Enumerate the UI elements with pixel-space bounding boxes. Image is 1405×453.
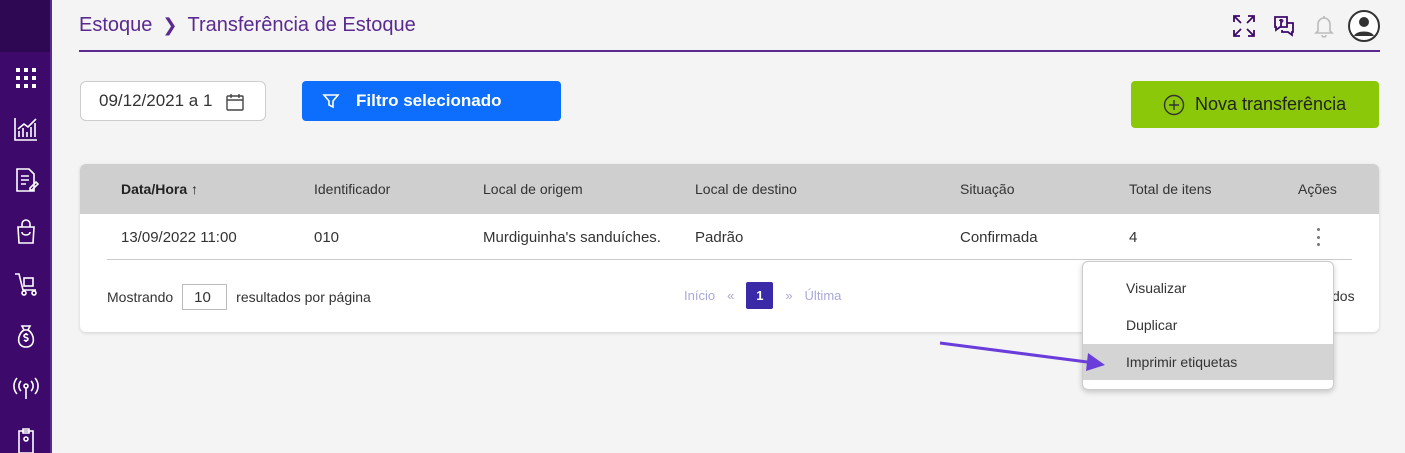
page-current[interactable]: 1 [746, 282, 774, 309]
calendar-icon[interactable] [225, 92, 245, 112]
cell-origin: Murdiguinha's sanduíches. [483, 229, 661, 246]
page-prev[interactable]: « [727, 288, 734, 303]
sidebar-item-finance[interactable] [0, 314, 52, 358]
user-avatar-icon[interactable] [1348, 10, 1380, 42]
shopping-bag-icon [17, 219, 35, 244]
svg-text:?: ? [1279, 18, 1285, 28]
page-title: Transferência de Estoque [187, 14, 416, 36]
col-actions: Ações [1298, 181, 1337, 197]
pagination: Início « 1 » Última [684, 282, 853, 309]
grid-icon [16, 68, 36, 88]
menu-item-print-labels[interactable]: Imprimir etiquetas [1083, 344, 1333, 380]
new-transfer-button[interactable]: Nova transferência [1131, 81, 1379, 128]
cell-identifier: 010 [314, 229, 340, 246]
document-edit-icon [16, 168, 40, 192]
sidebar-item-apps[interactable] [0, 56, 52, 100]
money-bag-icon [17, 325, 35, 348]
plus-circle-icon [1163, 94, 1185, 115]
date-range-input[interactable]: 09/12/2021 a 1 [80, 81, 266, 121]
hand-truck-icon [15, 273, 37, 296]
clipboard-icon [18, 428, 34, 453]
sidebar-item-stock[interactable] [0, 262, 52, 306]
sidebar-item-documents[interactable] [0, 158, 52, 202]
annotation-arrow [939, 341, 1105, 371]
bell-icon[interactable] [1308, 10, 1340, 42]
page-last[interactable]: Última [805, 288, 842, 303]
fullscreen-icon[interactable] [1228, 10, 1260, 42]
cell-datetime: 13/09/2022 11:00 [121, 229, 237, 246]
chart-icon [14, 118, 37, 141]
page-next[interactable]: » [785, 288, 792, 303]
filter-button[interactable]: Filtro selecionado [302, 81, 561, 121]
table-header: Data/Hora ↑ Identificador Local de orige… [80, 164, 1379, 214]
per-page-select[interactable]: 10 [182, 284, 228, 310]
signal-icon [13, 377, 39, 399]
menu-item-duplicate[interactable]: Duplicar [1083, 307, 1333, 343]
page-first[interactable]: Início [684, 288, 715, 303]
col-identifier[interactable]: Identificador [314, 181, 390, 197]
sidebar-top [0, 0, 50, 52]
sidebar-item-sales[interactable] [0, 210, 52, 254]
row-divider [107, 259, 1352, 260]
filter-button-label: Filtro selecionado [356, 91, 502, 110]
row-actions-menu: Visualizar Duplicar Imprimir etiquetas [1082, 261, 1334, 390]
page-size-control: Mostrando 10 resultados por página [107, 284, 371, 310]
header: Estoque ❯ Transferência de Estoque ? [79, 0, 1380, 52]
sidebar [0, 0, 52, 453]
col-origin[interactable]: Local de origem [483, 181, 583, 197]
kebab-menu-icon[interactable] [1314, 228, 1322, 246]
help-icon[interactable]: ? [1268, 10, 1300, 42]
showing-label: Mostrando [107, 289, 174, 305]
sort-asc-icon: ↑ [191, 181, 199, 197]
header-icons: ? [1220, 10, 1380, 42]
cell-destination: Padrão [695, 229, 744, 246]
sidebar-item-signal[interactable] [0, 366, 52, 410]
sidebar-item-clipboard[interactable] [0, 418, 52, 453]
col-destination[interactable]: Local de destino [695, 181, 797, 197]
sidebar-item-reports[interactable] [0, 107, 52, 151]
new-transfer-label: Nova transferência [1195, 94, 1347, 114]
col-datetime[interactable]: Data/Hora ↑ [121, 181, 198, 197]
cell-status: Confirmada [960, 229, 1038, 246]
col-status[interactable]: Situação [960, 181, 1014, 197]
filter-icon [322, 94, 340, 109]
col-total-items[interactable]: Total de itens [1129, 181, 1212, 197]
menu-item-view[interactable]: Visualizar [1083, 270, 1333, 306]
date-range-value: 09/12/2021 a 1 [99, 91, 213, 110]
per-page-suffix: resultados por página [236, 289, 371, 305]
results-count-partial: dos [1332, 288, 1355, 304]
breadcrumb: Estoque ❯ Transferência de Estoque [79, 14, 416, 37]
chevron-right-icon: ❯ [162, 15, 178, 35]
cell-total-items: 4 [1129, 229, 1138, 246]
breadcrumb-root[interactable]: Estoque [79, 14, 152, 37]
